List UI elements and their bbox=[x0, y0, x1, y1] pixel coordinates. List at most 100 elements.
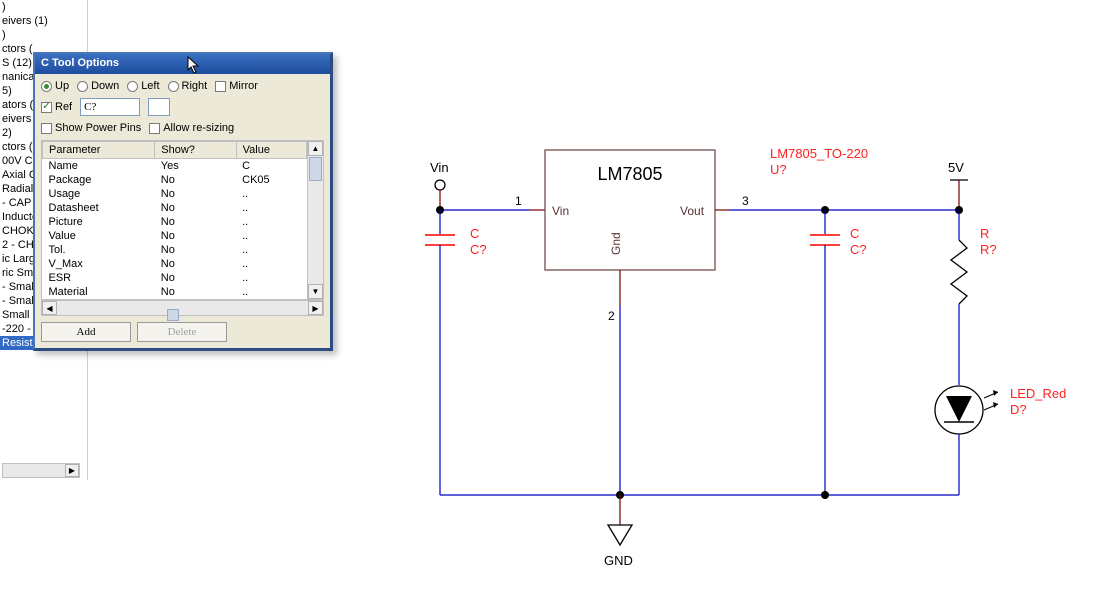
param-cell: Material bbox=[43, 285, 155, 299]
ref-row: ✓ Ref bbox=[41, 98, 324, 116]
options-row: Show Power Pins Allow re-sizing bbox=[41, 122, 324, 134]
col-value[interactable]: Value bbox=[236, 142, 306, 159]
ic-part-label: LM7805_TO-220 bbox=[770, 146, 868, 161]
radio-left-label: Left bbox=[141, 80, 159, 92]
scroll-down-icon[interactable]: ▼ bbox=[308, 284, 323, 299]
param-row[interactable]: PackageNoCK05 bbox=[43, 173, 307, 187]
tree-item[interactable]: ) bbox=[0, 28, 87, 42]
c2-name: C bbox=[850, 226, 859, 241]
param-cell: No bbox=[155, 243, 236, 257]
scroll-right-icon[interactable]: ▶ bbox=[308, 301, 323, 315]
param-cell: ESR bbox=[43, 271, 155, 285]
radio-down[interactable]: Down bbox=[77, 80, 119, 92]
check-mirror-label: Mirror bbox=[229, 80, 258, 92]
dialog-titlebar[interactable]: C Tool Options bbox=[35, 54, 330, 74]
ref-suffix-input[interactable] bbox=[148, 98, 170, 116]
check-mirror[interactable]: Mirror bbox=[215, 80, 258, 92]
param-cell: Picture bbox=[43, 215, 155, 229]
ic-pin3-num: 3 bbox=[742, 194, 749, 208]
check-show-power-label: Show Power Pins bbox=[55, 122, 141, 134]
param-cell: No bbox=[155, 173, 236, 187]
param-cell: .. bbox=[236, 285, 306, 299]
col-show[interactable]: Show? bbox=[155, 142, 236, 159]
param-cell: .. bbox=[236, 243, 306, 257]
param-cell: No bbox=[155, 215, 236, 229]
r-ref: R? bbox=[980, 242, 997, 257]
orientation-row: Up Down Left Right Mirror bbox=[41, 80, 324, 92]
param-cell: .. bbox=[236, 271, 306, 285]
ref-value-input[interactable] bbox=[80, 98, 140, 116]
scroll-left-icon[interactable]: ◀ bbox=[42, 301, 57, 315]
five-v-label: 5V bbox=[948, 160, 964, 175]
param-cell: No bbox=[155, 201, 236, 215]
r-name: R bbox=[980, 226, 989, 241]
radio-up[interactable]: Up bbox=[41, 80, 69, 92]
param-row[interactable]: ValueNo.. bbox=[43, 229, 307, 243]
led-ref: D? bbox=[1010, 402, 1027, 417]
tree-item[interactable]: eivers (1) bbox=[0, 14, 87, 28]
c2-ref: C? bbox=[850, 242, 867, 257]
param-cell: No bbox=[155, 285, 236, 299]
check-allow-resize[interactable]: Allow re-sizing bbox=[149, 122, 234, 134]
check-ref-label: Ref bbox=[55, 101, 72, 113]
col-parameter[interactable]: Parameter bbox=[43, 142, 155, 159]
param-cell: .. bbox=[236, 201, 306, 215]
param-row[interactable]: PictureNo.. bbox=[43, 215, 307, 229]
ic-ref-label: U? bbox=[770, 162, 787, 177]
check-ref[interactable]: ✓ Ref bbox=[41, 101, 72, 113]
param-cell: Package bbox=[43, 173, 155, 187]
c1-ref: C? bbox=[470, 242, 487, 257]
scroll-thumb[interactable] bbox=[309, 157, 322, 181]
param-cell: Usage bbox=[43, 187, 155, 201]
param-cell: .. bbox=[236, 257, 306, 271]
scroll-up-icon[interactable]: ▲ bbox=[308, 141, 323, 156]
param-cell: Datasheet bbox=[43, 201, 155, 215]
param-cell: No bbox=[155, 187, 236, 201]
param-cell: Yes bbox=[155, 159, 236, 174]
led-name: LED_Red bbox=[1010, 386, 1066, 401]
gnd-label: GND bbox=[604, 553, 633, 568]
grid-vscrollbar[interactable]: ▲ ▼ bbox=[307, 141, 323, 299]
vin-label: Vin bbox=[430, 160, 449, 175]
check-show-power[interactable]: Show Power Pins bbox=[41, 122, 141, 134]
ic-pin3-name: Vout bbox=[680, 204, 705, 218]
scroll-right-icon[interactable]: ▶ bbox=[65, 464, 79, 477]
ic-pin2-name: Gnd bbox=[609, 232, 623, 255]
check-allow-resize-label: Allow re-sizing bbox=[163, 122, 234, 134]
param-row[interactable]: Tol.No.. bbox=[43, 243, 307, 257]
param-cell: .. bbox=[236, 229, 306, 243]
radio-up-label: Up bbox=[55, 80, 69, 92]
c1-name: C bbox=[470, 226, 479, 241]
param-cell: .. bbox=[236, 215, 306, 229]
param-cell: No bbox=[155, 257, 236, 271]
radio-right[interactable]: Right bbox=[168, 80, 208, 92]
param-cell: No bbox=[155, 229, 236, 243]
ic-name: LM7805 bbox=[597, 164, 662, 184]
param-row[interactable]: V_MaxNo.. bbox=[43, 257, 307, 271]
param-cell: Value bbox=[43, 229, 155, 243]
param-cell: No bbox=[155, 271, 236, 285]
ic-pin2-num: 2 bbox=[608, 309, 615, 323]
add-button[interactable]: Add bbox=[41, 322, 131, 342]
tree-item[interactable]: ) bbox=[0, 0, 87, 14]
radio-down-label: Down bbox=[91, 80, 119, 92]
grid-hscrollbar[interactable]: ◀ ▶ bbox=[41, 300, 324, 316]
sidebar-hscrollbar[interactable]: ▶ bbox=[2, 463, 80, 478]
param-cell: .. bbox=[236, 187, 306, 201]
param-row[interactable]: NameYesC bbox=[43, 159, 307, 174]
schematic-canvas[interactable]: Vin 5V LM7805 1 Vin 3 Vout 2 Gnd LM7805_… bbox=[370, 130, 1090, 590]
param-cell: Tol. bbox=[43, 243, 155, 257]
ic-pin1-num: 1 bbox=[515, 194, 522, 208]
radio-right-label: Right bbox=[182, 80, 208, 92]
param-cell: Name bbox=[43, 159, 155, 174]
radio-left[interactable]: Left bbox=[127, 80, 159, 92]
delete-button[interactable]: Delete bbox=[137, 322, 227, 342]
param-row[interactable]: MaterialNo.. bbox=[43, 285, 307, 299]
parameter-grid[interactable]: Parameter Show? Value NameYesCPackageNoC… bbox=[41, 140, 324, 300]
param-cell: C bbox=[236, 159, 306, 174]
param-cell: CK05 bbox=[236, 173, 306, 187]
scroll-thumb-h[interactable] bbox=[167, 309, 179, 321]
param-row[interactable]: UsageNo.. bbox=[43, 187, 307, 201]
param-row[interactable]: DatasheetNo.. bbox=[43, 201, 307, 215]
param-row[interactable]: ESRNo.. bbox=[43, 271, 307, 285]
